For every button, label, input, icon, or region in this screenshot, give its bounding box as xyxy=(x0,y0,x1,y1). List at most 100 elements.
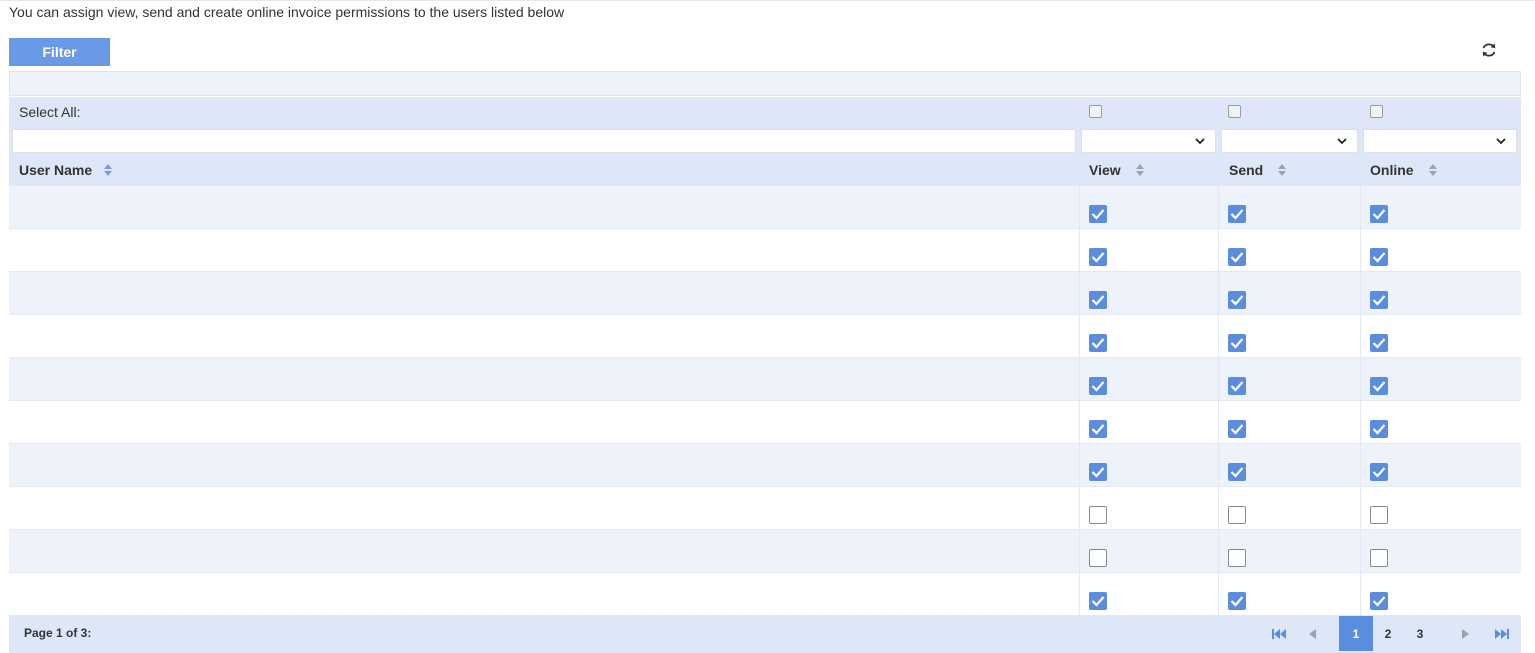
user-name-cell xyxy=(17,497,157,517)
column-divider xyxy=(1360,401,1361,444)
column-divider xyxy=(1360,315,1361,358)
send-permission-checkbox[interactable] xyxy=(1228,420,1246,438)
select-all-label: Select All: xyxy=(19,104,81,120)
page-button-2[interactable]: 2 xyxy=(1375,616,1401,651)
online-permission-checkbox[interactable] xyxy=(1370,420,1388,438)
user-name-header[interactable]: User Name xyxy=(19,162,113,178)
online-permission-checkbox[interactable] xyxy=(1370,291,1388,309)
online-permission-checkbox[interactable] xyxy=(1370,248,1388,266)
online-header[interactable]: Online xyxy=(1370,162,1437,178)
column-divider xyxy=(1218,186,1219,229)
user-rows xyxy=(9,186,1521,616)
filter-panel xyxy=(9,71,1521,96)
user-name-cell xyxy=(17,239,157,259)
column-divider xyxy=(1360,444,1361,487)
send-permission-checkbox[interactable] xyxy=(1228,463,1246,481)
send-permission-checkbox[interactable] xyxy=(1228,549,1246,567)
online-permission-checkbox[interactable] xyxy=(1370,549,1388,567)
page-button-3[interactable]: 3 xyxy=(1407,616,1433,651)
column-divider xyxy=(1360,358,1361,401)
view-permission-checkbox[interactable] xyxy=(1089,205,1107,223)
page-info: Page 1 of 3: xyxy=(24,626,92,640)
column-divider xyxy=(1079,401,1080,444)
send-permission-checkbox[interactable] xyxy=(1228,205,1246,223)
sort-icon[interactable] xyxy=(104,164,113,176)
table-row xyxy=(9,358,1521,401)
view-permission-checkbox[interactable] xyxy=(1089,549,1107,567)
send-permission-checkbox[interactable] xyxy=(1228,377,1246,395)
user-name-cell xyxy=(17,196,157,216)
column-divider xyxy=(1079,573,1080,616)
column-filter-row xyxy=(9,127,1521,155)
column-divider xyxy=(1360,530,1361,573)
table-row xyxy=(9,186,1521,229)
column-divider xyxy=(1079,186,1080,229)
send-permission-checkbox[interactable] xyxy=(1228,248,1246,266)
pagination-bar: Page 1 of 3: 1 2 3 xyxy=(9,616,1521,651)
previous-page-icon[interactable] xyxy=(1303,616,1321,651)
send-permission-checkbox[interactable] xyxy=(1228,592,1246,610)
sort-icon[interactable] xyxy=(1428,164,1437,176)
online-permission-checkbox[interactable] xyxy=(1370,377,1388,395)
table-row xyxy=(9,272,1521,315)
view-permission-checkbox[interactable] xyxy=(1089,334,1107,352)
table-row xyxy=(9,229,1521,272)
view-permission-checkbox[interactable] xyxy=(1089,592,1107,610)
user-name-cell xyxy=(17,325,157,345)
column-divider xyxy=(1218,315,1219,358)
user-name-cell xyxy=(17,583,157,603)
online-permission-checkbox[interactable] xyxy=(1370,334,1388,352)
column-divider xyxy=(1360,229,1361,272)
send-permission-checkbox[interactable] xyxy=(1228,334,1246,352)
column-divider xyxy=(1079,530,1080,573)
send-header[interactable]: Send xyxy=(1229,162,1287,178)
select-all-view-checkbox[interactable] xyxy=(1089,105,1102,118)
table-row xyxy=(9,487,1521,530)
view-permission-checkbox[interactable] xyxy=(1089,506,1107,524)
sort-icon[interactable] xyxy=(1278,164,1287,176)
view-permission-checkbox[interactable] xyxy=(1089,463,1107,481)
view-header-label: View xyxy=(1089,162,1121,178)
select-all-online-checkbox[interactable] xyxy=(1370,105,1383,118)
first-page-icon[interactable] xyxy=(1267,616,1291,651)
view-header[interactable]: View xyxy=(1089,162,1144,178)
user-name-cell xyxy=(17,368,157,388)
send-header-label: Send xyxy=(1229,162,1264,178)
column-divider xyxy=(1218,487,1219,530)
next-page-icon[interactable] xyxy=(1457,616,1475,651)
column-divider xyxy=(1218,573,1219,616)
column-divider xyxy=(1360,186,1361,229)
online-permission-checkbox[interactable] xyxy=(1370,506,1388,524)
send-filter-select[interactable] xyxy=(1221,129,1358,153)
column-divider xyxy=(1218,229,1219,272)
chevron-down-icon xyxy=(1496,138,1506,145)
view-permission-checkbox[interactable] xyxy=(1089,291,1107,309)
send-permission-checkbox[interactable] xyxy=(1228,291,1246,309)
refresh-icon[interactable] xyxy=(1479,40,1499,60)
table-row xyxy=(9,573,1521,616)
column-divider xyxy=(1079,315,1080,358)
page-button-1[interactable]: 1 xyxy=(1339,616,1373,651)
online-permission-checkbox[interactable] xyxy=(1370,592,1388,610)
send-permission-checkbox[interactable] xyxy=(1228,506,1246,524)
online-filter-select[interactable] xyxy=(1363,129,1517,153)
column-divider xyxy=(1360,487,1361,530)
column-divider xyxy=(1079,487,1080,530)
online-permission-checkbox[interactable] xyxy=(1370,205,1388,223)
column-divider xyxy=(1218,358,1219,401)
sort-icon[interactable] xyxy=(1135,164,1144,176)
select-all-send-checkbox[interactable] xyxy=(1228,105,1241,118)
user-name-cell xyxy=(17,282,157,302)
column-divider xyxy=(1218,401,1219,444)
chevron-down-icon xyxy=(1337,138,1347,145)
user-name-filter-input[interactable] xyxy=(12,129,1076,153)
user-name-cell xyxy=(17,540,157,560)
filter-button[interactable]: Filter xyxy=(9,38,110,66)
view-permission-checkbox[interactable] xyxy=(1089,377,1107,395)
view-filter-select[interactable] xyxy=(1081,129,1216,153)
last-page-icon[interactable] xyxy=(1490,616,1514,651)
view-permission-checkbox[interactable] xyxy=(1089,420,1107,438)
view-permission-checkbox[interactable] xyxy=(1089,248,1107,266)
user-name-cell xyxy=(17,454,157,474)
online-permission-checkbox[interactable] xyxy=(1370,463,1388,481)
